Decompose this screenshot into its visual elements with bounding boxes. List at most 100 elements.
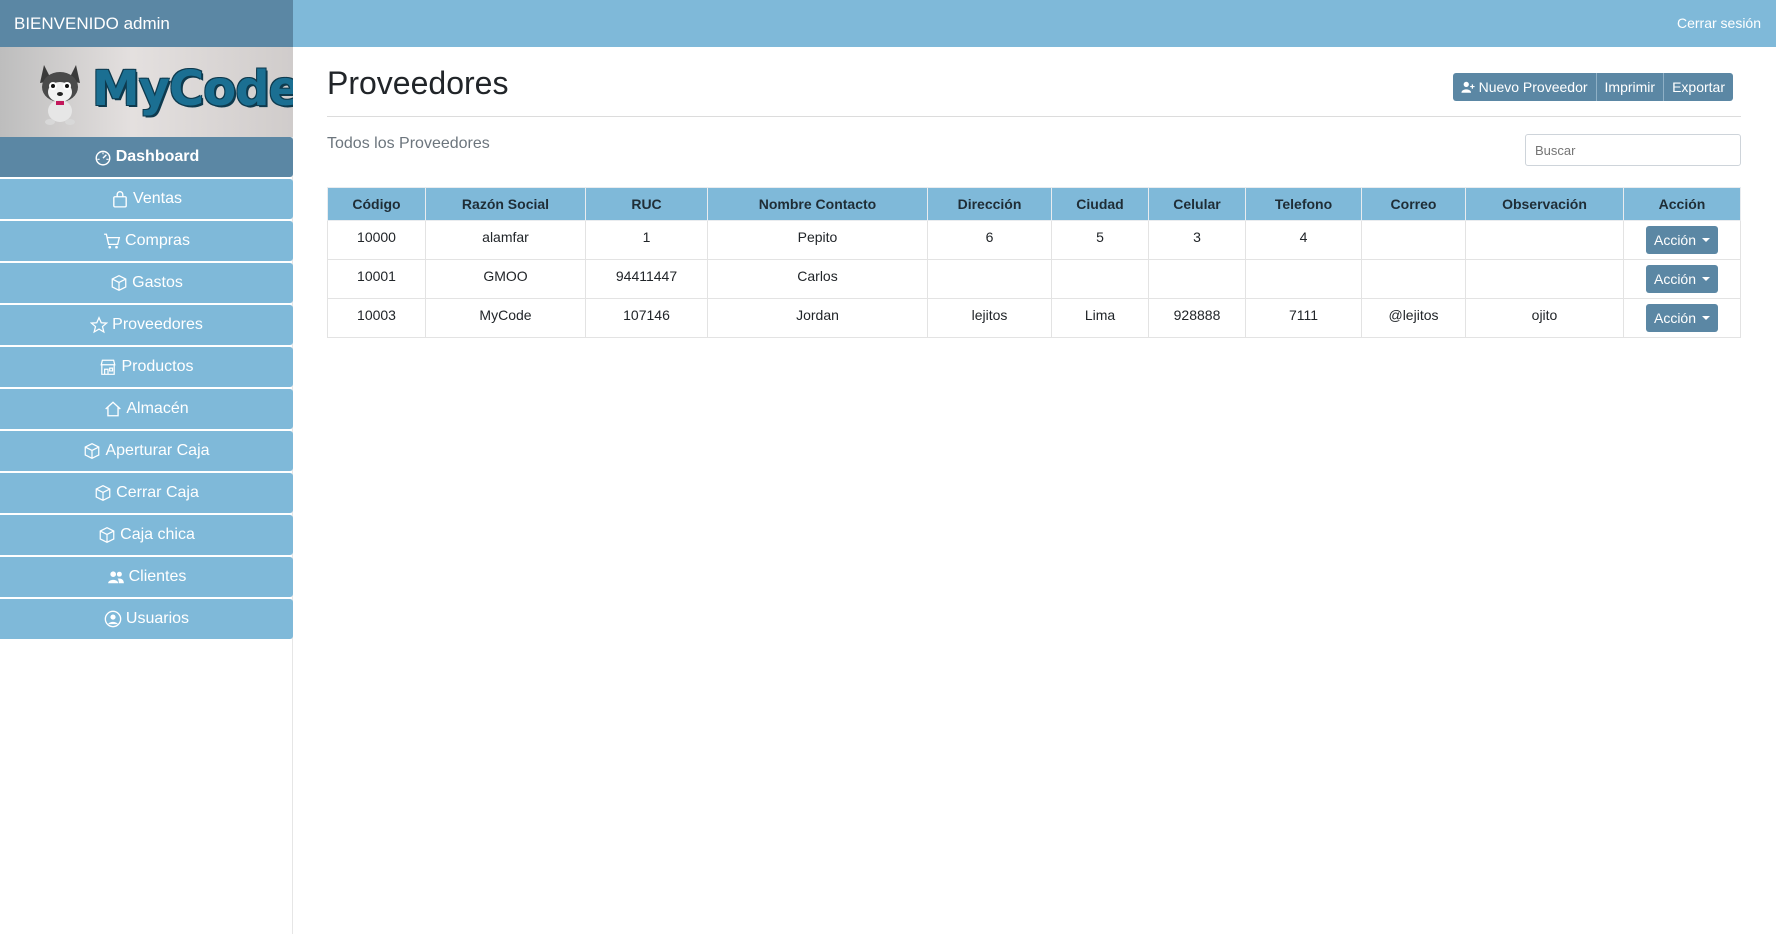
- sidebar-item-label: Aperturar Caja: [105, 442, 210, 459]
- logo: MyCode: [0, 47, 293, 137]
- cell-observacion: ojito: [1465, 298, 1624, 338]
- box-icon: [85, 442, 100, 460]
- sidebar-item-label: Gastos: [132, 274, 183, 291]
- sidebar-item-usuarios[interactable]: Usuarios: [0, 599, 293, 639]
- cell-celular: 928888: [1148, 298, 1246, 338]
- caret-down-icon: [1702, 238, 1711, 242]
- cell-observacion: [1465, 259, 1624, 299]
- print-button[interactable]: Imprimir: [1596, 73, 1665, 101]
- sidebar-item-ventas[interactable]: Ventas: [0, 179, 293, 219]
- cell-ruc: 1: [585, 220, 708, 260]
- cell-telefono: 4: [1245, 220, 1362, 260]
- sidebar-item-gastos[interactable]: Gastos: [0, 263, 293, 303]
- column-header[interactable]: Ciudad: [1051, 187, 1149, 221]
- column-header[interactable]: Correo: [1361, 187, 1466, 221]
- sidebar-item-dashboard[interactable]: Dashboard: [0, 137, 293, 177]
- cell-telefono: 7111: [1245, 298, 1362, 338]
- cell-codigo: 10001: [327, 259, 426, 299]
- sidebar-item-label: Caja chica: [120, 526, 195, 543]
- cell-nombre-contacto: Carlos: [707, 259, 928, 299]
- column-header[interactable]: Observación: [1465, 187, 1624, 221]
- column-header[interactable]: RUC: [585, 187, 708, 221]
- column-header[interactable]: Celular: [1148, 187, 1246, 221]
- user-circle-icon: [104, 610, 122, 628]
- sidebar-item-clientes[interactable]: Clientes: [0, 557, 293, 597]
- caret-down-icon: [1702, 316, 1711, 320]
- cell-ciudad: Lima: [1051, 298, 1149, 338]
- action-dropdown-button[interactable]: Acción: [1645, 226, 1719, 254]
- logo-text: MyCode: [92, 61, 293, 117]
- cell-direccion: lejitos: [927, 298, 1052, 338]
- top-bar: BIENVENIDO admin Cerrar sesión: [0, 0, 1776, 47]
- add-user-icon: [1461, 81, 1475, 93]
- action-label: Acción: [1653, 310, 1697, 326]
- cell-ruc: 94411447: [585, 259, 708, 299]
- sidebar-item-label: Clientes: [128, 568, 187, 585]
- action-label: Acción: [1653, 232, 1697, 248]
- cell-razon-social: alamfar: [425, 220, 586, 260]
- dashboard-icon: [95, 150, 111, 166]
- shop-icon: [100, 359, 117, 375]
- sidebar-item-label: Ventas: [133, 190, 182, 207]
- table-row: 10001 GMOO 94411447 Carlos Acción: [327, 259, 1741, 299]
- box-icon: [99, 526, 115, 544]
- new-provider-button[interactable]: Nuevo Proveedor: [1452, 73, 1597, 101]
- cell-direccion: [927, 259, 1052, 299]
- cell-razon-social: MyCode: [425, 298, 586, 338]
- sidebar: MyCode Dashboard Ventas Compras Gastos P…: [0, 47, 293, 934]
- sidebar-item-label: Compras: [125, 232, 190, 249]
- sidebar-item-caja-chica[interactable]: Caja chica: [0, 515, 293, 555]
- sidebar-item-proveedores[interactable]: Proveedores: [0, 305, 293, 345]
- sidebar-item-label: Productos: [121, 358, 194, 375]
- cell-accion: Acción: [1623, 259, 1741, 299]
- table-row: 10003 MyCode 107146 Jordan lejitos Lima …: [327, 298, 1741, 338]
- sidebar-item-compras[interactable]: Compras: [0, 221, 293, 261]
- cell-accion: Acción: [1623, 298, 1741, 338]
- husky-mascot-icon: [40, 65, 80, 125]
- bag-icon: [113, 191, 127, 208]
- people-icon: [107, 571, 124, 584]
- welcome-text: BIENVENIDO admin: [0, 0, 293, 47]
- sidebar-item-almacen[interactable]: Almacén: [0, 389, 293, 429]
- cell-telefono: [1245, 259, 1362, 299]
- column-header[interactable]: Razón Social: [425, 187, 586, 221]
- cell-observacion: [1465, 220, 1624, 260]
- cell-codigo: 10000: [327, 220, 426, 260]
- box-icon: [111, 274, 127, 292]
- cell-codigo: 10003: [327, 298, 426, 338]
- cell-celular: 3: [1148, 220, 1246, 260]
- column-header[interactable]: Telefono: [1245, 187, 1362, 221]
- cell-celular: [1148, 259, 1246, 299]
- column-header: Acción: [1623, 187, 1741, 221]
- divider: [327, 116, 1741, 117]
- box-icon: [95, 484, 111, 502]
- sidebar-item-productos[interactable]: Productos: [0, 347, 293, 387]
- search-input[interactable]: [1525, 134, 1741, 166]
- sidebar-item-aperturar-caja[interactable]: Aperturar Caja: [0, 431, 293, 471]
- action-label: Acción: [1653, 271, 1697, 287]
- column-header[interactable]: Dirección: [927, 187, 1052, 221]
- sidebar-item-cerrar-caja[interactable]: Cerrar Caja: [0, 473, 293, 513]
- cell-correo: @lejitos: [1361, 298, 1466, 338]
- sidebar-item-label: Usuarios: [125, 610, 190, 627]
- sidebar-item-label: Dashboard: [115, 148, 200, 165]
- action-dropdown-button[interactable]: Acción: [1645, 304, 1719, 332]
- cell-ruc: 107146: [585, 298, 708, 338]
- page-title: Proveedores: [327, 65, 509, 101]
- action-dropdown-button[interactable]: Acción: [1645, 265, 1719, 293]
- cell-ciudad: [1051, 259, 1149, 299]
- caret-down-icon: [1702, 277, 1711, 281]
- column-header[interactable]: Nombre Contacto: [707, 187, 928, 221]
- column-header[interactable]: Código: [327, 187, 426, 221]
- cell-direccion: 6: [927, 220, 1052, 260]
- logout-link[interactable]: Cerrar sesión: [1677, 0, 1761, 47]
- cell-razon-social: GMOO: [425, 259, 586, 299]
- providers-table: Código Razón Social RUC Nombre Contacto …: [327, 187, 1741, 338]
- star-icon: [90, 316, 109, 334]
- cell-correo: [1361, 220, 1466, 260]
- table-header-row: Código Razón Social RUC Nombre Contacto …: [327, 187, 1741, 221]
- export-button[interactable]: Exportar: [1664, 73, 1733, 101]
- table-row: 10000 alamfar 1 Pepito 6 5 3 4 Acción: [327, 220, 1741, 260]
- house-icon: [105, 401, 122, 417]
- cell-ciudad: 5: [1051, 220, 1149, 260]
